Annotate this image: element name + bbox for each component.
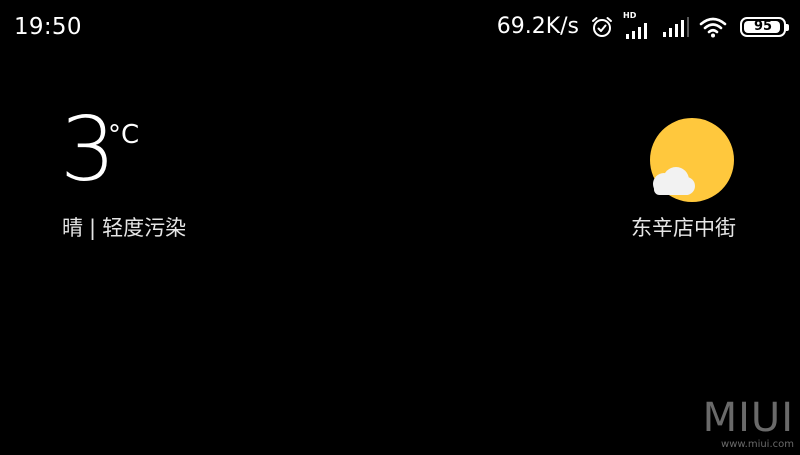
miui-logo: MIUI	[702, 395, 794, 441]
condition-text: 晴	[62, 216, 83, 240]
air-quality-text: 轻度污染	[102, 216, 187, 240]
sunny-with-cloud-icon	[646, 118, 736, 208]
alarm-clock-icon	[590, 15, 614, 39]
condition-separator: |	[89, 216, 97, 240]
hd-badge: HD	[623, 11, 637, 20]
temperature-value: 3	[60, 98, 116, 201]
sim1-signal: HD	[623, 11, 653, 40]
battery-indicator: 95	[740, 17, 789, 37]
status-icons: 69.2K/s HD 95	[496, 11, 789, 42]
temperature-unit: °C	[108, 120, 140, 150]
miui-watermark: MIUI www.miui.com	[703, 398, 794, 451]
network-speed: 69.2K/s	[496, 14, 579, 39]
status-bar: 19:50 69.2K/s HD 95	[0, 0, 800, 52]
weather-location-block[interactable]: 东辛店中街	[596, 118, 736, 248]
cell-signal-icon	[662, 16, 690, 38]
battery-cap	[786, 24, 789, 31]
wifi-icon	[699, 16, 727, 38]
weather-condition: 晴 | 轻度污染	[62, 214, 186, 242]
status-clock: 19:50	[14, 14, 82, 40]
location-name: 东辛店中街	[631, 216, 736, 240]
cell-signal-icon	[626, 23, 647, 39]
battery-level: 95	[753, 19, 773, 34]
